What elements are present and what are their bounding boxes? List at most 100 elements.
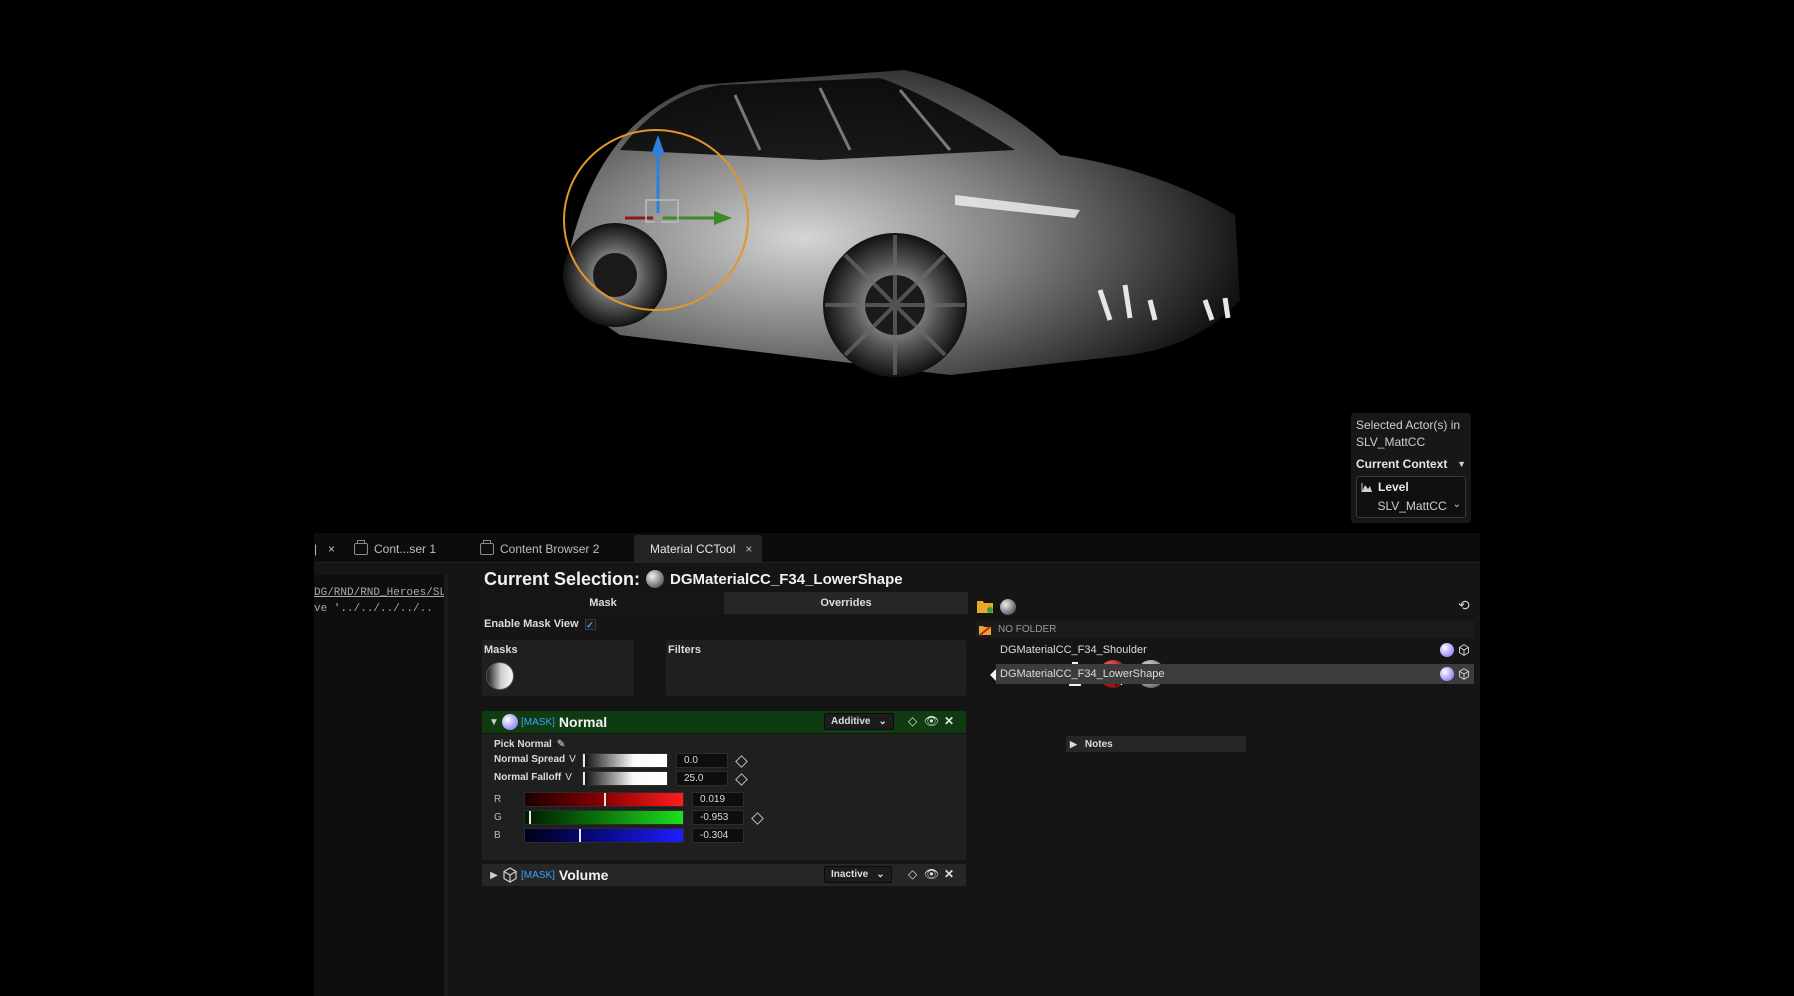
eye-icon[interactable]: 👁 xyxy=(924,867,939,881)
normal-spread-input[interactable]: 0.0 xyxy=(676,753,728,768)
new-folder-icon[interactable] xyxy=(976,598,994,614)
keyframe-diamond-icon[interactable] xyxy=(735,755,748,768)
path-link[interactable]: DG/RND/RND_Heroes/SLV xyxy=(314,587,444,599)
expand-arrow-icon[interactable]: ▶ xyxy=(486,870,502,881)
slider-handle[interactable] xyxy=(583,772,585,785)
collapse-icon[interactable]: ▼ xyxy=(486,717,502,728)
r-input[interactable]: 0.019 xyxy=(692,792,744,807)
param-v: V xyxy=(569,754,576,765)
close-icon[interactable]: × xyxy=(745,542,752,556)
normal-falloff-slider[interactable] xyxy=(582,771,668,786)
tab-material-cctool[interactable]: Material CCTool × xyxy=(634,535,763,563)
rgb-label-r: R xyxy=(494,794,502,805)
notes-label: Notes xyxy=(1084,738,1113,750)
g-slider[interactable] xyxy=(524,810,684,825)
slider-handle[interactable] xyxy=(604,793,607,806)
context-panel: Selected Actor(s) in SLV_MattCC Current … xyxy=(1351,413,1471,523)
rgb-label-b: B xyxy=(494,830,501,841)
tab-content-browser-2[interactable]: Content Browser 2 xyxy=(480,535,599,563)
layer-name: Normal xyxy=(558,714,608,730)
normal-spread-slider[interactable] xyxy=(582,753,668,768)
b-input[interactable]: -0.304 xyxy=(692,828,744,843)
chevron-down-icon: ⌄ xyxy=(878,716,887,727)
r-slider[interactable] xyxy=(524,792,684,807)
mask-sphere-icon[interactable] xyxy=(486,662,514,690)
level-icon xyxy=(1361,482,1372,492)
material-sphere-icon xyxy=(646,570,665,588)
list-item[interactable]: DGMaterialCC_F34_Shoulder xyxy=(996,640,1474,660)
context-line-2: SLV_MattCC xyxy=(1356,435,1426,449)
refresh-icon[interactable]: ⟲ xyxy=(1458,597,1470,614)
left-output-panel: DG/RND/RND_Heroes/SLV ve '../../../../.. xyxy=(314,575,448,996)
param-label: Normal Spread xyxy=(494,754,566,765)
car-render[interactable] xyxy=(0,0,1794,533)
blend-mode-dropdown[interactable]: Additive ⌄ xyxy=(824,713,894,730)
eye-icon[interactable]: 👁 xyxy=(924,714,939,728)
folder-icon xyxy=(480,540,494,555)
current-selection-name: DGMaterialCC_F34_LowerShape xyxy=(670,570,903,588)
cube-icon xyxy=(503,867,517,883)
current-context-dropdown[interactable]: Current Context ▼ xyxy=(1356,455,1466,473)
current-selection-label: Current Selection: xyxy=(484,568,641,589)
slider-handle[interactable] xyxy=(579,829,582,842)
slider-handle[interactable] xyxy=(528,811,531,824)
layer-volume-header[interactable]: ▶ [MASK] Volume Inactive ⌄ ◇ 👁 ✕ xyxy=(482,864,966,886)
tab-content-browser-1[interactable]: Cont...ser 1 xyxy=(354,535,436,563)
context-line-1: Selected Actor(s) in xyxy=(1356,418,1461,432)
close-icon[interactable]: × xyxy=(328,535,335,563)
normal-falloff-row: Normal Falloff V xyxy=(494,772,572,783)
blend-mode-value: Inactive xyxy=(831,869,869,880)
g-input[interactable]: -0.953 xyxy=(692,810,744,825)
rgb-label-g: G xyxy=(494,812,502,823)
pick-normal-label: Pick Normal xyxy=(494,739,552,750)
tab-label: Content Browser 2 xyxy=(500,542,600,556)
cube-icon xyxy=(1459,644,1469,656)
no-folder-label: NO FOLDER xyxy=(998,624,1057,635)
path-text: ve '../../../../.. xyxy=(314,603,433,615)
keyframe-diamond-icon[interactable]: ◇ xyxy=(908,867,917,881)
add-material-icon[interactable] xyxy=(1000,599,1016,615)
folder-icon xyxy=(354,540,368,555)
cube-icon xyxy=(1459,668,1469,680)
current-selection-row: Current Selection: DGMaterialCC_F34_Lowe… xyxy=(484,566,903,592)
masks-box: Masks xyxy=(482,640,634,696)
no-folder-row[interactable]: NO FOLDER xyxy=(976,621,1474,638)
keyframe-diamond-icon[interactable] xyxy=(735,773,748,786)
eyedropper-icon[interactable]: ✎ xyxy=(557,739,565,750)
folder-icon xyxy=(979,625,991,636)
tab-mask[interactable]: Mask xyxy=(482,592,724,614)
level-value: SLV_MattCC xyxy=(1377,499,1447,513)
blend-mode-value: Additive xyxy=(831,716,871,727)
mask-overrides-tabs: Mask Overrides xyxy=(482,592,968,614)
material-sphere-icon xyxy=(1440,667,1454,681)
param-label: Normal Falloff xyxy=(494,772,562,783)
level-selector[interactable]: Level SLV_MattCC ⌄ xyxy=(1356,476,1466,518)
filters-title: Filters xyxy=(668,644,702,656)
material-sphere-icon xyxy=(1440,643,1454,657)
blend-mode-dropdown[interactable]: Inactive ⌄ xyxy=(824,866,892,883)
layer-normal-header[interactable]: ▼ [MASK] Normal Additive ⌄ ◇ 👁 ✕ xyxy=(482,711,966,733)
keyframe-diamond-icon[interactable]: ◇ xyxy=(908,714,917,728)
param-v: V xyxy=(565,772,572,783)
level-label: Level xyxy=(1378,480,1409,494)
delete-icon[interactable]: ✕ xyxy=(944,867,954,881)
normal-falloff-input[interactable]: 25.0 xyxy=(676,771,728,786)
notes-section[interactable]: ▶ Notes xyxy=(1066,736,1246,752)
slider-handle[interactable] xyxy=(583,754,585,767)
level-viewport[interactable]: Selected Actor(s) in SLV_MattCC Current … xyxy=(0,0,1794,533)
enable-mask-view-label: Enable Mask View xyxy=(484,618,579,630)
pick-normal-row[interactable]: Pick Normal ✎ xyxy=(494,739,565,750)
delete-icon[interactable]: ✕ xyxy=(944,714,954,728)
tab-label: Cont...ser 1 xyxy=(374,542,437,556)
filters-box: Filters xyxy=(666,640,966,696)
normal-sphere-icon xyxy=(502,714,518,730)
tab-previous-fragment[interactable]: | xyxy=(314,535,317,563)
tab-overrides[interactable]: Overrides xyxy=(724,592,968,614)
enable-mask-view-checkbox[interactable]: ✓ xyxy=(584,618,596,630)
current-context-label: Current Context xyxy=(1356,457,1448,471)
layer-name: Volume xyxy=(558,867,609,883)
list-item-selected[interactable]: DGMaterialCC_F34_LowerShape xyxy=(996,664,1474,684)
keyframe-diamond-icon[interactable] xyxy=(751,812,764,825)
b-slider[interactable] xyxy=(524,828,684,843)
chevron-down-icon: ⌄ xyxy=(876,869,885,880)
